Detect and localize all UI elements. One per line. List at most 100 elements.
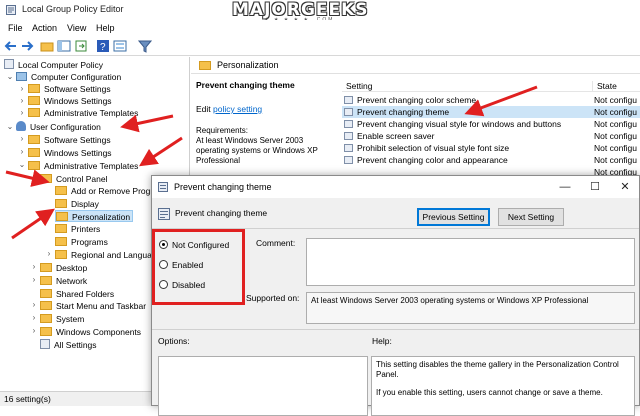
tree-node-programs[interactable]: Programs: [55, 236, 108, 248]
requirements-text: At least Windows Server 2003 operating s…: [196, 136, 318, 165]
collapse-chevron-icon[interactable]: ›: [30, 275, 38, 284]
expand-chevron-icon[interactable]: ⌄: [6, 72, 14, 81]
collapse-chevron-icon[interactable]: ›: [18, 147, 26, 156]
policy-detail-title: Prevent changing theme: [196, 80, 295, 90]
tree-node-add-remove-programs[interactable]: Add or Remove Progr: [55, 185, 153, 197]
tree-node-control-panel[interactable]: Control Panel: [40, 173, 108, 185]
filter-icon[interactable]: [138, 39, 152, 53]
menu-help[interactable]: Help: [96, 23, 115, 33]
supported-on-text: At least Windows Server 2003 operating s…: [306, 292, 635, 324]
tree-node-local-computer-policy[interactable]: Local Computer Policy: [4, 59, 103, 71]
tree-node-cc-software-settings[interactable]: Software Settings: [28, 83, 111, 95]
policy-setting-icon: [158, 182, 168, 192]
table-row[interactable]: Prevent changing color scheme Not configu: [342, 94, 640, 106]
collapse-chevron-icon[interactable]: ›: [18, 96, 26, 105]
tree-node-cc-administrative-templates[interactable]: Administrative Templates: [28, 107, 138, 119]
previous-setting-button[interactable]: Previous Setting: [417, 208, 490, 226]
help-text-paragraph: If you enable this setting, users cannot…: [376, 388, 603, 397]
tree-node-computer-configuration[interactable]: Computer Configuration: [16, 71, 121, 83]
help-label: Help:: [372, 336, 392, 346]
properties-icon[interactable]: [113, 39, 127, 53]
folder-icon: [40, 314, 52, 323]
tree-node-uc-administrative-templates[interactable]: Administrative Templates: [28, 160, 138, 172]
setting-name: Prohibit selection of visual style font …: [357, 143, 510, 153]
folder-icon: [55, 186, 67, 195]
table-row[interactable]: Prohibit selection of visual style font …: [342, 142, 640, 154]
tree-node-uc-windows-settings[interactable]: Windows Settings: [28, 147, 112, 159]
menu-file[interactable]: File: [8, 23, 23, 33]
collapse-chevron-icon[interactable]: ›: [18, 134, 26, 143]
folder-icon: [56, 212, 68, 221]
forward-arrow-icon[interactable]: [20, 39, 34, 53]
policy-setting-icon: [344, 132, 353, 140]
comment-label: Comment:: [256, 238, 296, 248]
setting-name: Prevent changing color scheme: [357, 95, 477, 105]
tree-node-system[interactable]: System: [40, 313, 84, 325]
collapse-chevron-icon[interactable]: ›: [30, 262, 38, 271]
help-icon[interactable]: ?: [96, 39, 110, 53]
tree-node-printers[interactable]: Printers: [55, 223, 100, 235]
collapse-chevron-icon[interactable]: ›: [30, 300, 38, 309]
menu-view[interactable]: View: [67, 23, 86, 33]
collapse-chevron-icon[interactable]: ›: [18, 108, 26, 117]
policy-setting-icon: [344, 108, 353, 116]
folder-icon: [40, 263, 52, 272]
tree-node-all-settings[interactable]: All Settings: [40, 339, 97, 351]
menu-action[interactable]: Action: [32, 23, 57, 33]
toolbar: ?: [0, 37, 640, 56]
tree-node-windows-components[interactable]: Windows Components: [40, 326, 141, 338]
next-setting-button[interactable]: Next Setting: [498, 208, 564, 226]
show-tree-icon[interactable]: [57, 39, 71, 53]
table-row[interactable]: Prevent changing theme Not configu: [342, 106, 640, 118]
edit-policy-link[interactable]: policy setting: [213, 104, 262, 114]
table-row[interactable]: Enable screen saver Not configu: [342, 130, 640, 142]
title-bar: Local Group Policy Editor MAJORGEEKS ★ ★…: [0, 0, 640, 23]
folder-icon: [28, 84, 40, 93]
tree-node-network[interactable]: Network: [40, 275, 87, 287]
tree-node-display[interactable]: Display: [55, 198, 99, 210]
table-row[interactable]: Prevent changing visual style for window…: [342, 118, 640, 130]
tree-node-personalization[interactable]: Personalization: [55, 210, 133, 222]
maximize-icon[interactable]: ☐: [580, 179, 610, 195]
comment-textarea[interactable]: [306, 238, 635, 286]
tree-node-user-configuration[interactable]: User Configuration: [16, 121, 101, 133]
collapse-chevron-icon[interactable]: ›: [30, 326, 38, 335]
column-header-setting[interactable]: Setting: [346, 81, 372, 91]
setting-name: Enable screen saver: [357, 131, 435, 141]
table-row[interactable]: Prevent changing color and appearance Not…: [342, 154, 640, 166]
tree-node-regional-language[interactable]: Regional and Langua: [55, 249, 152, 261]
expand-chevron-icon[interactable]: ⌄: [6, 122, 14, 131]
expand-chevron-icon[interactable]: ⌄: [18, 160, 26, 169]
up-folder-icon[interactable]: [40, 39, 54, 53]
user-icon: [16, 121, 26, 131]
policy-setting-icon: [344, 96, 353, 104]
folder-icon: [55, 250, 67, 259]
folder-icon: [28, 161, 40, 170]
svg-text:?: ?: [100, 42, 106, 53]
requirements-label: Requirements:: [196, 126, 249, 135]
minimize-icon[interactable]: —: [550, 179, 580, 195]
folder-icon: [40, 301, 52, 310]
annotation-highlight-box: [152, 229, 245, 305]
tree-node-uc-software-settings[interactable]: Software Settings: [28, 134, 111, 146]
expand-chevron-icon[interactable]: ⌄: [30, 173, 38, 182]
collapse-chevron-icon[interactable]: ›: [30, 313, 38, 322]
policy-header-icon: [158, 208, 170, 220]
dialog-title: Prevent changing theme: [174, 182, 272, 192]
policy-icon: [40, 339, 50, 349]
column-header-state[interactable]: State: [592, 81, 617, 91]
collapse-chevron-icon[interactable]: ›: [18, 84, 26, 93]
collapse-chevron-icon[interactable]: ›: [45, 249, 53, 258]
options-panel: [158, 356, 368, 416]
tree-node-start-menu-taskbar[interactable]: Start Menu and Taskbar: [40, 300, 146, 312]
tree-node-cc-windows-settings[interactable]: Windows Settings: [28, 95, 112, 107]
policy-editor-icon: [6, 5, 16, 15]
back-arrow-icon[interactable]: [4, 39, 18, 53]
tree-node-desktop[interactable]: Desktop: [40, 262, 87, 274]
setting-state: Not configu: [594, 119, 637, 129]
folder-icon: [28, 108, 40, 117]
divider: [152, 329, 639, 330]
close-icon[interactable]: ✕: [610, 179, 640, 195]
tree-node-shared-folders[interactable]: Shared Folders: [40, 288, 114, 300]
export-list-icon[interactable]: [74, 39, 88, 53]
